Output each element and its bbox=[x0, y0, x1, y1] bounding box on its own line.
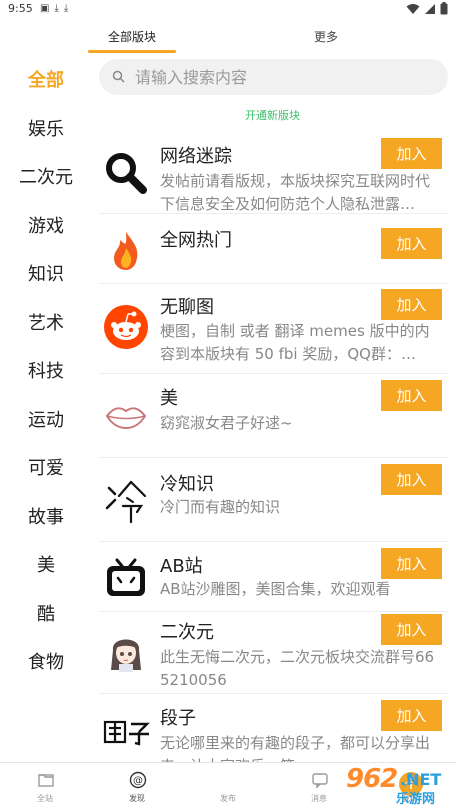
nav-post[interactable]: + 发布 bbox=[183, 763, 423, 810]
category-cool[interactable]: 酷 bbox=[0, 600, 92, 626]
nav-discover[interactable]: @ 发现 bbox=[92, 763, 182, 810]
board-desc: 窈窕淑女君子好逑~ bbox=[160, 414, 293, 432]
status-bar: 9:55 ▣ ⤓ ⤓ bbox=[0, 0, 456, 20]
board-desc: 无论哪里来的有趣的段子，都可以分享出来，让大家欢乐一笑 bbox=[160, 734, 431, 764]
wifi-icon bbox=[406, 3, 420, 14]
category-sports[interactable]: 运动 bbox=[0, 406, 92, 432]
home-icon bbox=[38, 774, 54, 787]
join-button[interactable]: 加入 bbox=[381, 289, 442, 320]
message-icon bbox=[312, 773, 328, 789]
lips-icon bbox=[105, 407, 147, 430]
duanzi-calligraphy-icon bbox=[103, 720, 150, 746]
search-icon bbox=[112, 70, 125, 83]
signal-icon bbox=[425, 3, 435, 14]
watermark-sub: 乐游网 bbox=[396, 792, 436, 807]
join-button[interactable]: 加入 bbox=[381, 548, 442, 579]
board-desc: 梗图，自制 或者 翻译 memes 版中的内容到本版块有 50 fbi 奖励，Q… bbox=[160, 322, 430, 363]
category-entertainment[interactable]: 娱乐 bbox=[0, 115, 92, 141]
category-acg[interactable]: 二次元 bbox=[0, 163, 92, 189]
board-desc: 此生无悔二次元，二次元板块交流群号665210056 bbox=[160, 648, 435, 689]
join-button[interactable]: 加入 bbox=[381, 228, 442, 259]
search-bar bbox=[99, 59, 448, 95]
category-beauty[interactable]: 美 bbox=[0, 551, 92, 577]
tv-icon bbox=[107, 558, 145, 596]
download-icon: ⤓ bbox=[54, 3, 59, 14]
nav-discover-label: 发现 bbox=[129, 794, 145, 803]
board-tabs: 全部版块 更多 bbox=[88, 22, 454, 54]
board-title: 美 bbox=[160, 388, 178, 409]
category-food[interactable]: 食物 bbox=[0, 648, 92, 674]
board-title: 无聊图 bbox=[160, 297, 214, 318]
board-title: 全网热门 bbox=[160, 230, 232, 251]
board-item[interactable]: AB站 AB站沙雕图，美图合集，欢迎观看 加入 bbox=[99, 542, 449, 612]
magnifier-icon bbox=[106, 153, 147, 194]
board-title: 二次元 bbox=[160, 622, 214, 643]
board-title: AB站 bbox=[160, 556, 203, 577]
nav-home-label: 全站 bbox=[37, 794, 53, 803]
watermark-net: .NET bbox=[400, 770, 442, 789]
board-desc: 冷门而有趣的知识 bbox=[160, 498, 281, 516]
watermark-number: 962 bbox=[346, 764, 398, 794]
join-button[interactable]: 加入 bbox=[381, 138, 442, 169]
board-title: 网络迷踪 bbox=[160, 146, 232, 167]
battery-icon bbox=[440, 2, 448, 15]
category-art[interactable]: 艺术 bbox=[0, 309, 92, 335]
category-cute[interactable]: 可爱 bbox=[0, 454, 92, 480]
category-games[interactable]: 游戏 bbox=[0, 212, 92, 238]
board-item[interactable]: 全网热门 加入 bbox=[99, 214, 449, 284]
active-tab-indicator bbox=[88, 50, 176, 53]
join-button[interactable]: 加入 bbox=[381, 700, 442, 731]
search-input[interactable] bbox=[135, 65, 435, 89]
open-new-board-link[interactable]: 开通新版块 bbox=[245, 107, 300, 123]
join-button[interactable]: 加入 bbox=[381, 464, 442, 495]
download-icon-2: ⤓ bbox=[63, 3, 69, 14]
discover-icon: @ bbox=[129, 771, 147, 789]
board-desc: AB站沙雕图，美图合集，欢迎观看 bbox=[160, 580, 391, 598]
board-item[interactable]: 二次元 此生无悔二次元，二次元板块交流群号665210056 加入 bbox=[99, 612, 449, 694]
tab-all-boards[interactable]: 全部版块 bbox=[108, 28, 156, 45]
board-item[interactable]: 美 窈窕淑女君子好逑~ 加入 bbox=[99, 374, 449, 458]
tab-more[interactable]: 更多 bbox=[314, 28, 338, 45]
nav-home[interactable]: 全站 bbox=[0, 763, 90, 810]
category-knowledge[interactable]: 知识 bbox=[0, 260, 92, 286]
nav-post-label: 发布 bbox=[220, 794, 236, 803]
calligraphy-leng-icon bbox=[105, 480, 147, 524]
category-all[interactable]: 全部 bbox=[0, 66, 92, 92]
join-button[interactable]: 加入 bbox=[381, 380, 442, 411]
board-title: 冷知识 bbox=[160, 474, 214, 495]
board-item[interactable]: 无聊图 梗图，自制 或者 翻译 memes 版中的内容到本版块有 50 fbi … bbox=[99, 284, 449, 374]
board-item[interactable]: 冷知识 冷门而有趣的知识 加入 bbox=[99, 458, 449, 542]
site-watermark: 962 .NET 乐游网 bbox=[340, 764, 456, 807]
join-button[interactable]: 加入 bbox=[381, 614, 442, 645]
board-item[interactable]: 段子 无论哪里来的有趣的段子，都可以分享出来，让大家欢乐一笑 加入 bbox=[99, 694, 449, 764]
board-desc: 发帖前请看版规，本版块探究互联网时代下信息安全及如何防范个人隐私泄露… bbox=[160, 172, 431, 213]
app-notification-icon: ▣ bbox=[40, 3, 50, 14]
notification-icons: ▣ ⤓ ⤓ bbox=[40, 3, 68, 15]
board-title: 段子 bbox=[160, 708, 196, 729]
flame-icon bbox=[114, 232, 138, 270]
anime-girl-icon bbox=[111, 639, 141, 672]
svg-text:@: @ bbox=[133, 776, 143, 787]
reddit-alien-icon bbox=[104, 305, 148, 349]
category-stories[interactable]: 故事 bbox=[0, 503, 92, 529]
system-icons bbox=[406, 2, 448, 15]
board-item[interactable]: 网络迷踪 发帖前请看版规，本版块探究互联网时代下信息安全及如何防范个人隐私泄露…… bbox=[99, 130, 449, 214]
status-time: 9:55 bbox=[8, 2, 33, 15]
category-tech[interactable]: 科技 bbox=[0, 357, 92, 383]
